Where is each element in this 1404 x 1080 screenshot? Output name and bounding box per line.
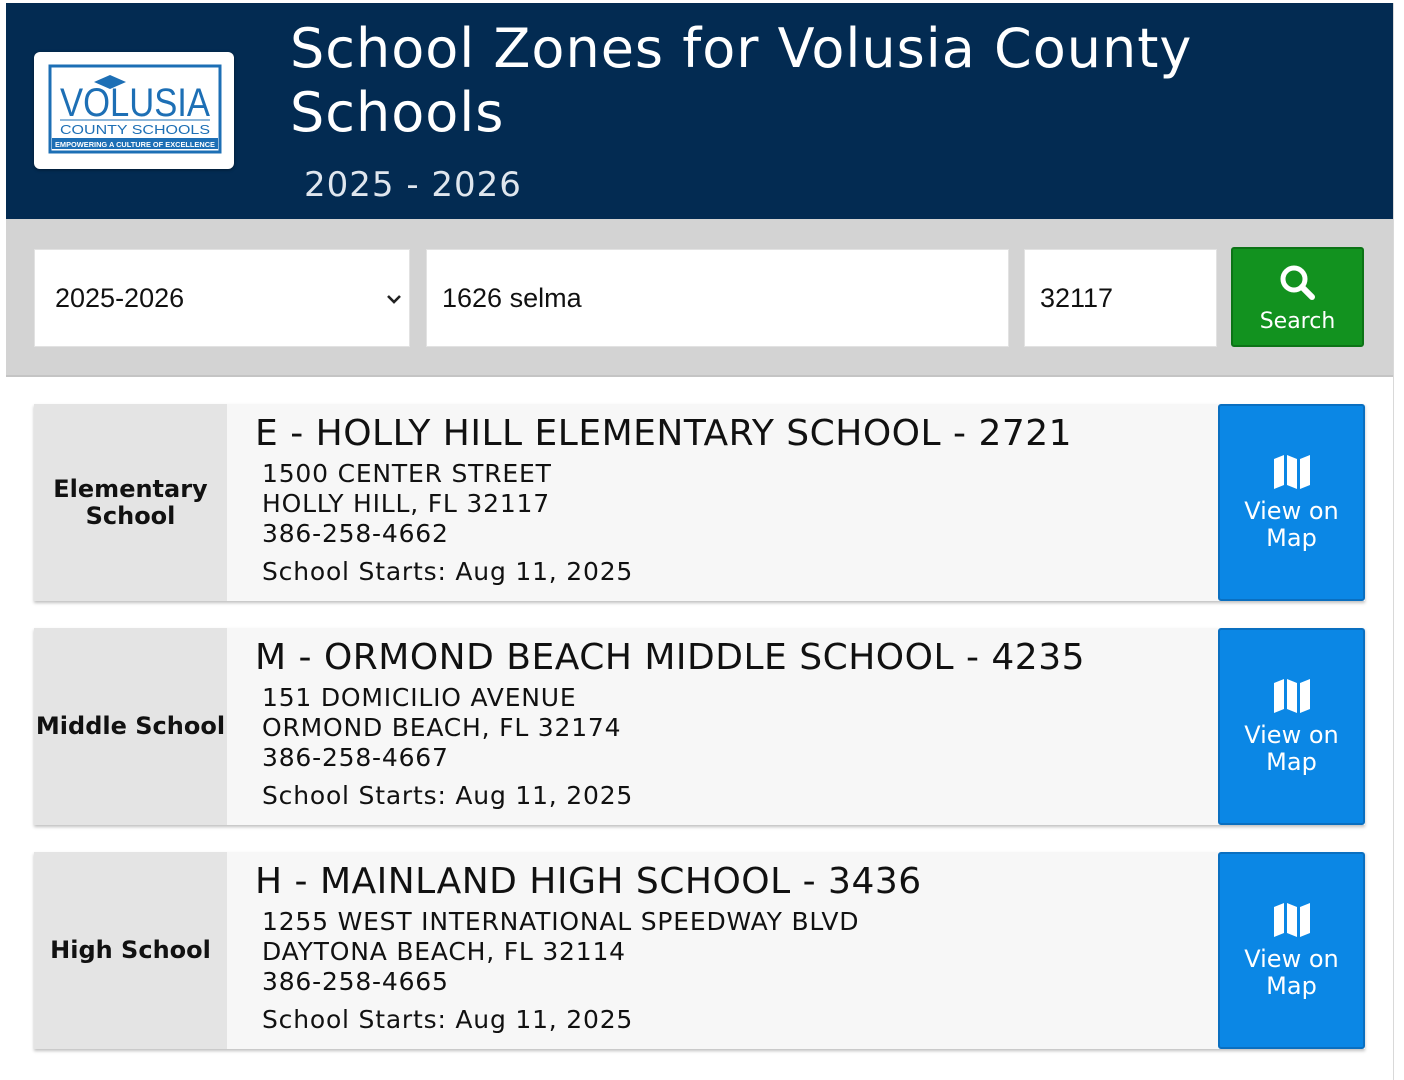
school-street: 1500 CENTER STREET (262, 459, 552, 488)
result-card-elementary: Elementary School E - HOLLY HILL ELEMENT… (34, 404, 1365, 601)
school-phone: 386-258-4667 (262, 743, 449, 772)
school-start-date: School Starts: Aug 11, 2025 (262, 557, 634, 586)
school-year-label: 2025 - 2026 (304, 165, 522, 205)
address-input-value: 1626 selma (442, 282, 582, 313)
app: VOLUSIA COUNTY SCHOOLS EMPOWERING A CULT… (6, 3, 1394, 1080)
map-icon (1274, 455, 1310, 489)
result-card-high: High School H - MAINLAND HIGH SCHOOL - 3… (34, 852, 1365, 1049)
logo-graphic: VOLUSIA COUNTY SCHOOLS EMPOWERING A CULT… (48, 64, 222, 154)
school-year-select[interactable]: 2025-2026 (34, 249, 410, 347)
zip-input-value: 32117 (1040, 282, 1114, 313)
logo-subtitle: COUNTY SCHOOLS (60, 122, 210, 137)
view-on-map-label: View on Map (1244, 945, 1339, 1000)
school-phone: 386-258-4662 (262, 519, 449, 548)
view-on-map-label: View on Map (1244, 497, 1339, 552)
view-on-map-button[interactable]: View on Map (1218, 404, 1365, 601)
school-street: 1255 WEST INTERNATIONAL SPEEDWAY BLVD (262, 907, 860, 936)
logo-brand: VOLUSIA (60, 81, 210, 125)
school-city: ORMOND BEACH, FL 32174 (262, 713, 622, 742)
search-icon (1280, 265, 1315, 300)
page-title: School Zones for Volusia County Schools (290, 17, 1193, 144)
result-card-middle: Middle School M - ORMOND BEACH MIDDLE SC… (34, 628, 1365, 825)
view-on-map-label: View on Map (1244, 721, 1339, 776)
zip-input[interactable]: 32117 (1024, 249, 1217, 347)
school-level-label: Middle School (34, 628, 227, 825)
view-on-map-button[interactable]: View on Map (1218, 628, 1365, 825)
school-name: E - HOLLY HILL ELEMENTARY SCHOOL - 2721 (255, 413, 1073, 454)
map-icon (1274, 679, 1310, 713)
search-button[interactable]: Search (1231, 247, 1364, 347)
school-level-label: High School (34, 852, 227, 1049)
school-city: HOLLY HILL, FL 32117 (262, 489, 550, 518)
search-button-label: Search (1259, 309, 1336, 334)
chevron-down-icon (387, 295, 401, 304)
address-input[interactable]: 1626 selma (426, 249, 1009, 347)
map-icon (1274, 903, 1310, 937)
logo-tagline: EMPOWERING A CULTURE OF EXCELLENCE (55, 142, 215, 149)
school-start-date: School Starts: Aug 11, 2025 (262, 781, 634, 810)
school-level-label: Elementary School (34, 404, 227, 601)
view-on-map-button[interactable]: View on Map (1218, 852, 1365, 1049)
school-year-select-value: 2025-2026 (55, 282, 185, 313)
school-phone: 386-258-4665 (262, 967, 449, 996)
search-bar: 2025-2026 1626 selma 32117 Search (6, 219, 1393, 377)
volusia-logo[interactable]: VOLUSIA COUNTY SCHOOLS EMPOWERING A CULT… (34, 52, 234, 169)
school-name: H - MAINLAND HIGH SCHOOL - 3436 (255, 861, 922, 902)
school-start-date: School Starts: Aug 11, 2025 (262, 1005, 634, 1034)
school-name: M - ORMOND BEACH MIDDLE SCHOOL - 4235 (255, 637, 1086, 678)
school-city: DAYTONA BEACH, FL 32114 (262, 937, 626, 966)
school-street: 151 DOMICILIO AVENUE (262, 683, 577, 712)
header: VOLUSIA COUNTY SCHOOLS EMPOWERING A CULT… (6, 3, 1393, 219)
